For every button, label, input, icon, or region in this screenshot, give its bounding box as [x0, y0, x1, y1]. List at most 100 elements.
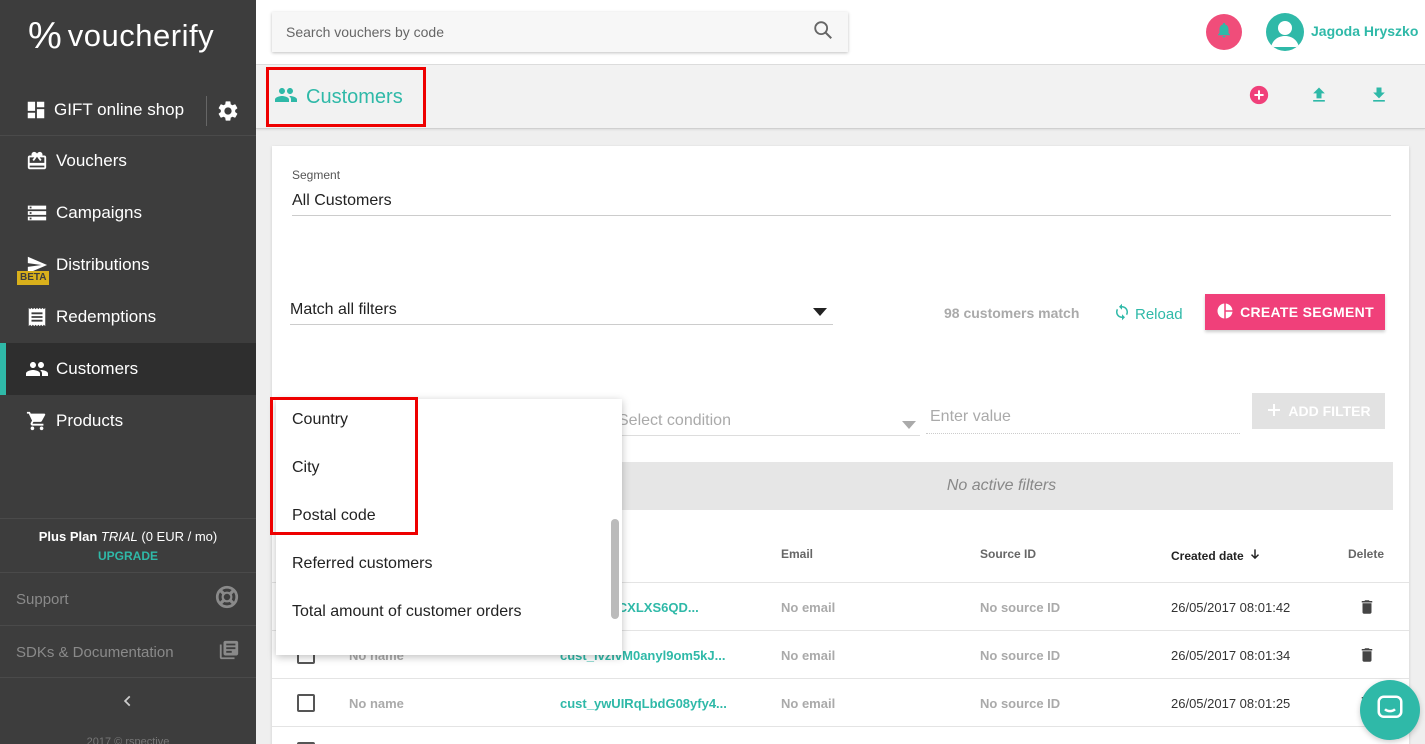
- customer-email: No email: [781, 600, 836, 615]
- segment-select[interactable]: All Customers: [292, 192, 1391, 216]
- sidebar: % voucherify GIFT online shop Vouchers C…: [0, 0, 256, 744]
- sdks-label: SDKs & Documentation: [16, 643, 174, 661]
- customer-source-id: No source ID: [980, 696, 1061, 711]
- shop-name: GIFT online shop: [54, 99, 185, 119]
- match-mode-value: Match all filters: [290, 301, 397, 318]
- sidebar-item-campaigns[interactable]: Campaigns: [0, 187, 256, 239]
- table-row[interactable]: [272, 726, 1409, 744]
- support-link[interactable]: Support: [0, 572, 256, 625]
- dropdown-arrow-icon: [813, 308, 827, 316]
- voucherify-logo[interactable]: % voucherify: [28, 16, 214, 56]
- voucher-icon: [25, 149, 49, 173]
- sdks-documentation-link[interactable]: SDKs & Documentation: [0, 625, 256, 678]
- customer-id-link[interactable]: cust_ywUIRqLbdG08yfy4...: [560, 696, 727, 711]
- create-segment-button[interactable]: CREATE SEGMENT: [1205, 294, 1385, 330]
- customer-created-date: 26/05/2017 08:01:42: [1171, 600, 1291, 615]
- pie-chart-icon: [1216, 302, 1234, 323]
- match-count: 98 customers match: [944, 305, 1080, 321]
- condition-placeholder: Select condition: [618, 412, 731, 429]
- plus-icon: [1266, 402, 1282, 421]
- collapse-sidebar-button[interactable]: [0, 677, 256, 729]
- search-bar[interactable]: [272, 12, 848, 52]
- no-active-filters: No active filters: [610, 462, 1393, 510]
- topbar: Jagoda Hryszko: [256, 0, 1425, 65]
- user-name[interactable]: Jagoda Hryszko: [1311, 23, 1418, 39]
- sidebar-item-label: Customers: [56, 359, 139, 378]
- arrow-down-icon: [1248, 547, 1262, 564]
- column-header-email[interactable]: Email: [781, 547, 813, 561]
- row-checkbox[interactable]: [297, 694, 315, 712]
- avatar[interactable]: [1266, 13, 1304, 51]
- sidebar-item-customers[interactable]: Customers: [0, 343, 256, 395]
- beta-badge: BETA: [17, 271, 50, 285]
- column-header-created-date[interactable]: Created date: [1171, 547, 1262, 564]
- export-button[interactable]: [1367, 85, 1391, 109]
- plan-name: Plus Plan: [38, 529, 98, 544]
- segment-label: Segment: [292, 168, 341, 182]
- refresh-icon: [1113, 303, 1131, 325]
- plan-trial: TRIAL: [100, 529, 138, 544]
- bell-icon: [1215, 21, 1233, 44]
- sidebar-item-products[interactable]: Products: [0, 395, 256, 447]
- menu-items-highlight: [270, 397, 418, 535]
- reload-button[interactable]: Reload: [1113, 303, 1183, 325]
- filter-value-input[interactable]: Enter value: [926, 408, 1240, 434]
- import-button[interactable]: [1307, 85, 1331, 109]
- lifebuoy-icon: [214, 584, 240, 614]
- sidebar-item-label: Distributions: [56, 255, 150, 274]
- notifications-button[interactable]: [1206, 14, 1242, 50]
- add-filter-button[interactable]: ADD FILTER: [1252, 393, 1385, 429]
- dashboard-icon: [25, 99, 47, 121]
- customer-created-date: 26/05/2017 08:01:25: [1171, 696, 1291, 711]
- copyright: 2017 © rspective: [86, 736, 170, 744]
- sidebar-item-label: Vouchers: [56, 151, 127, 170]
- people-icon: [274, 83, 298, 112]
- download-icon: [1369, 85, 1389, 110]
- plan-price: (0 EUR / mo): [141, 529, 218, 544]
- menu-scrollbar[interactable]: [611, 519, 619, 619]
- menu-item-referred-customers[interactable]: Referred customers: [292, 555, 433, 573]
- trash-icon[interactable]: [1358, 645, 1376, 668]
- reload-label: Reload: [1135, 305, 1183, 323]
- search-icon[interactable]: [812, 19, 834, 46]
- sidebar-item-label: Redemptions: [56, 307, 157, 326]
- match-mode-select[interactable]: Match all filters: [290, 301, 833, 325]
- column-header-source-id[interactable]: Source ID: [980, 547, 1036, 561]
- sidebar-item-redemptions[interactable]: Redemptions: [0, 291, 256, 343]
- campaigns-icon: [25, 201, 49, 225]
- column-header-delete: Delete: [1348, 547, 1385, 561]
- created-date-label: Created date: [1171, 548, 1244, 563]
- trash-icon[interactable]: [1358, 597, 1376, 620]
- upload-icon: [1309, 85, 1329, 110]
- customer-name: No name: [349, 696, 404, 711]
- sidebar-item-vouchers[interactable]: Vouchers: [0, 135, 256, 187]
- condition-select[interactable]: Select condition: [608, 412, 920, 436]
- plan-line: Plus Plan TRIAL (0 EUR / mo): [0, 529, 256, 544]
- create-segment-label: CREATE SEGMENT: [1240, 304, 1374, 320]
- gear-icon[interactable]: [216, 99, 240, 128]
- chat-button[interactable]: [1360, 680, 1420, 740]
- customer-created-date: 26/05/2017 08:01:34: [1171, 648, 1291, 663]
- page-title: Customers: [306, 85, 403, 108]
- upgrade-link[interactable]: UPGRADE: [0, 549, 256, 563]
- sidebar-item-label: Campaigns: [56, 203, 142, 222]
- customer-email: No email: [781, 648, 836, 663]
- table-row[interactable]: No name cust_ywUIRqLbdG08yfy4... No emai…: [272, 678, 1409, 726]
- add-customer-button[interactable]: [1247, 85, 1271, 109]
- shop-selector[interactable]: GIFT online shop: [0, 84, 256, 136]
- chevron-left-icon: [121, 694, 135, 713]
- dropdown-arrow-icon: [902, 421, 916, 429]
- menu-item-total-amount[interactable]: Total amount of customer orders: [292, 603, 521, 621]
- support-label: Support: [16, 590, 69, 608]
- plan-info: Plus Plan TRIAL (0 EUR / mo) UPGRADE: [0, 518, 256, 570]
- search-input[interactable]: [286, 24, 812, 40]
- page-title-highlight: Customers: [266, 67, 426, 127]
- cart-icon: [25, 409, 49, 433]
- chat-icon: [1375, 693, 1405, 728]
- add-filter-label: ADD FILTER: [1288, 403, 1371, 419]
- customer-email: No email: [781, 696, 836, 711]
- add-circle-icon: [1248, 84, 1270, 111]
- customer-source-id: No source ID: [980, 600, 1061, 615]
- divider: [206, 96, 207, 126]
- logo-text: voucherify: [67, 18, 215, 53]
